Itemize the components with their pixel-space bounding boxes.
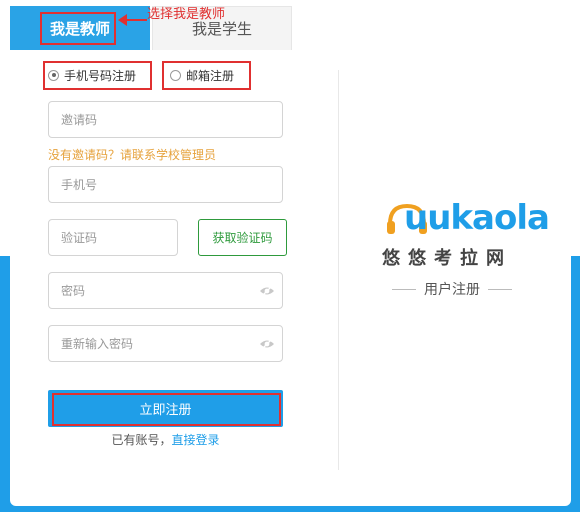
title-right-line	[488, 288, 512, 290]
arrow-left-icon	[118, 14, 147, 26]
login-link[interactable]: 直接登录	[172, 433, 220, 447]
password-field[interactable]	[48, 272, 283, 309]
no-invite-hint: 没有邀请码？请联系学校管理员	[48, 148, 217, 162]
invite-code-field[interactable]	[48, 101, 283, 138]
logo-wordmark: uukaola	[404, 198, 550, 238]
annotation-box-register-button	[52, 393, 281, 426]
register-title: 用户注册	[382, 279, 522, 299]
login-prompt: 已有账号，直接登录	[48, 431, 283, 448]
register-title-text: 用户注册	[424, 282, 480, 298]
annotation-box-phone-option	[43, 61, 152, 90]
annotation-box-teacher-tab	[40, 12, 116, 45]
password-input[interactable]	[59, 282, 282, 299]
annotation-box-email-option	[162, 61, 251, 90]
eye-icon[interactable]	[259, 337, 275, 351]
confirm-password-input[interactable]	[59, 335, 282, 352]
vertical-divider	[338, 70, 339, 470]
confirm-password-field[interactable]	[48, 325, 283, 362]
have-account-text: 已有账号，	[111, 433, 172, 447]
verification-code-field[interactable]	[48, 219, 178, 256]
phone-input[interactable]	[59, 176, 282, 193]
phone-field[interactable]	[48, 166, 283, 203]
brand-logo: uukaola 悠悠考拉网	[382, 198, 550, 270]
get-code-button[interactable]: 获取验证码	[198, 219, 287, 256]
logo-chinese-name: 悠悠考拉网	[382, 248, 512, 269]
title-left-line	[392, 288, 416, 290]
verification-code-input[interactable]	[59, 229, 177, 246]
get-code-label: 获取验证码	[212, 231, 273, 245]
eye-icon[interactable]	[259, 284, 275, 298]
invite-code-input[interactable]	[59, 111, 282, 128]
annotation-text: 选择我是教师	[147, 7, 226, 22]
